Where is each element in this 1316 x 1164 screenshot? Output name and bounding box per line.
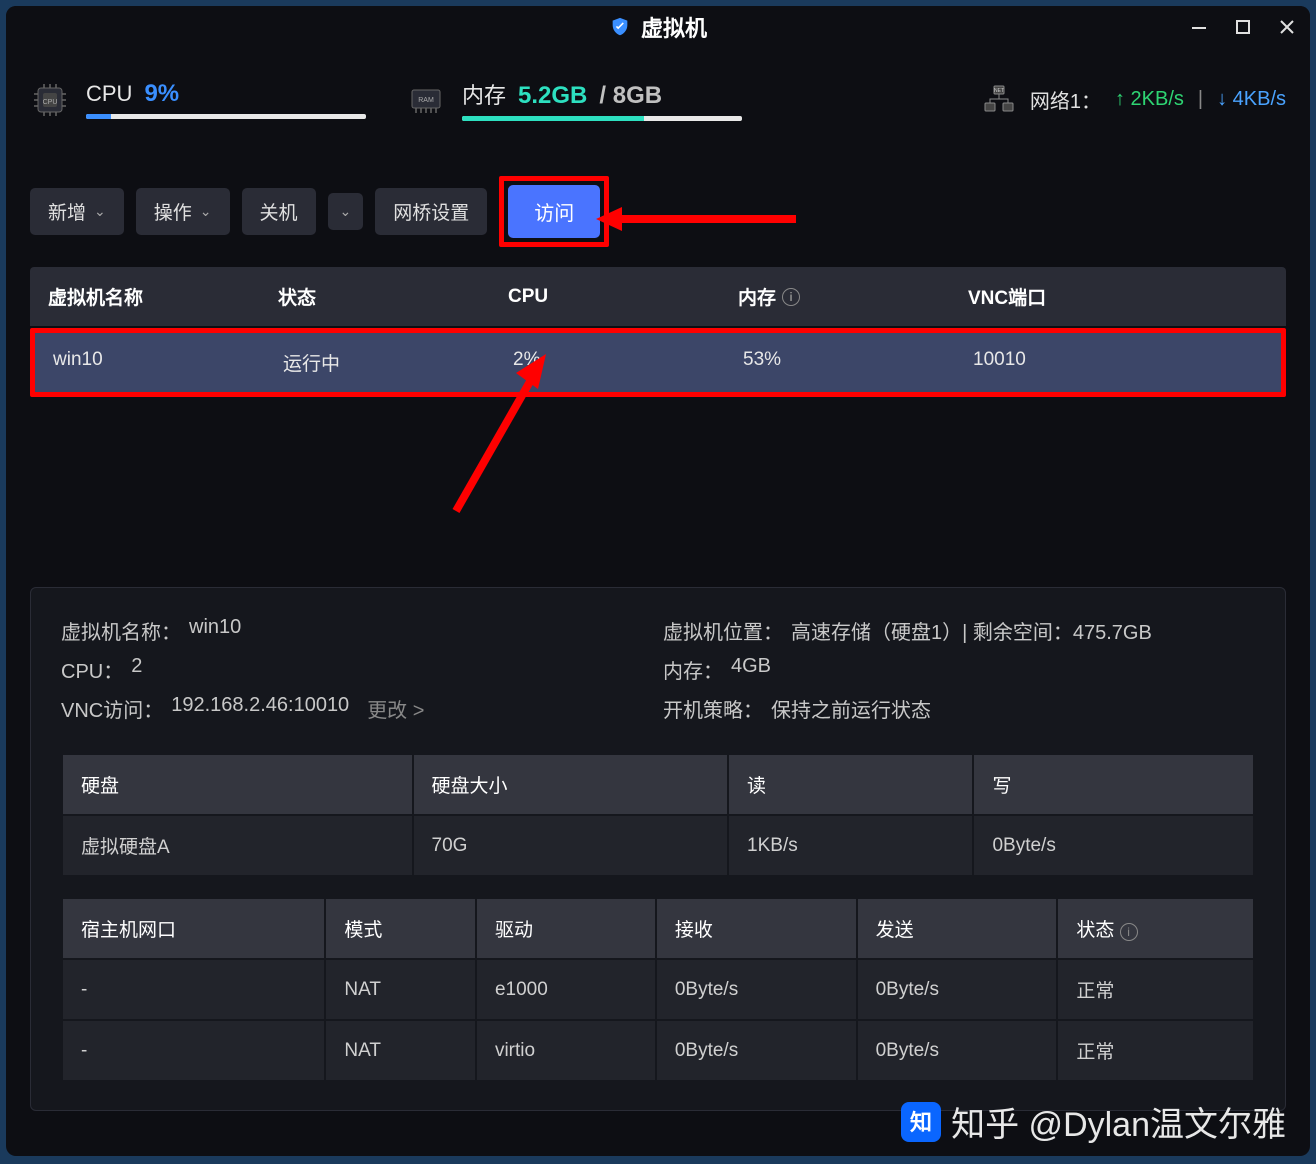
cell-name: win10 [35,333,265,392]
svg-text:RAM: RAM [418,97,434,104]
col-host: 宿主机网口 [62,898,325,959]
svg-text:NET: NET [994,88,1004,94]
cpu-stat: CPU CPU 9% [30,80,366,120]
vm-table: 虚拟机名称 状态 CPU 内存i VNC端口 win10 运行中 2% 53% … [30,267,1286,557]
app-shield-icon [609,16,631,38]
svg-text:知: 知 [910,1110,932,1135]
col-rx: 接收 [656,898,857,959]
mem-label: 内存 [462,78,506,110]
col-mem: 内存i [720,267,950,326]
col-disk: 硬盘 [62,754,413,815]
ram-chip-icon: RAM [406,80,446,120]
mem-total: 8GB [613,82,662,109]
highlight-box: 访问 [499,176,609,247]
col-mode: 模式 [325,898,476,959]
disk-table: 硬盘 硬盘大小 读 写 虚拟硬盘A 70G 1KB/s 0Byte/s [61,753,1255,877]
col-name: 虚拟机名称 [30,267,260,326]
table-row[interactable]: - NAT virtio 0Byte/s 0Byte/s 正常 [62,1020,1254,1081]
maximize-button[interactable] [1230,14,1256,40]
d-loc-label: 虚拟机位置： [663,616,783,645]
col-status: 状态 [260,267,490,326]
cell-cpu: 2% [495,333,725,392]
col-size: 硬盘大小 [413,754,728,815]
net-label: 网络1： [1030,85,1101,114]
shutdown-dropdown-button[interactable]: ⌄ [328,193,364,230]
watermark: 知 知乎 @Dylan温文尔雅 [901,1097,1286,1146]
d-mem-label: 内存： [663,655,723,684]
net-stat: NET 网络1： ↑ 2KB/s | ↓ 4KB/s [982,83,1286,117]
col-status: 状态 i [1057,898,1254,959]
vm-table-header: 虚拟机名称 状态 CPU 内存i VNC端口 [30,267,1286,326]
d-vnc-value: 192.168.2.46:10010 [171,694,349,723]
col-read: 读 [728,754,973,815]
cpu-label: CPU [86,81,132,107]
net-down: ↓ 4KB/s [1217,88,1286,111]
cell-vnc: 10010 [955,333,1281,392]
add-button[interactable]: 新增⌄ [30,188,124,235]
network-icon: NET [982,83,1016,117]
col-cpu: CPU [490,267,720,326]
d-name-value: win10 [189,616,241,645]
col-write: 写 [973,754,1254,815]
table-row[interactable]: win10 运行中 2% 53% 10010 [35,333,1281,392]
titlebar: 虚拟机 [6,6,1310,48]
ops-button[interactable]: 操作⌄ [136,188,230,235]
chevron-down-icon: ⌄ [340,203,352,220]
d-cpu-value: 2 [131,655,142,684]
bridge-button[interactable]: 网桥设置 [375,188,487,235]
net-table: 宿主机网口 模式 驱动 接收 发送 状态 i - NAT e1000 0Byte… [61,897,1255,1082]
d-cpu-label: CPU： [61,655,123,684]
col-vnc: VNC端口 [950,267,1286,326]
cpu-chip-icon: CPU [30,80,70,120]
cell-status: 运行中 [265,333,495,392]
d-boot-value: 保持之前运行状态 [771,694,931,723]
cpu-bar [86,114,366,119]
mem-bar [462,116,742,121]
close-button[interactable] [1274,14,1300,40]
info-icon[interactable]: i [782,288,800,306]
cell-mem: 53% [725,333,955,392]
table-row[interactable]: 虚拟硬盘A 70G 1KB/s 0Byte/s [62,815,1254,876]
mem-used: 5.2GB [518,82,587,110]
app-window: 虚拟机 CPU CPU 9% [6,6,1310,1156]
highlight-row-box: win10 运行中 2% 53% 10010 [30,328,1286,397]
col-tx: 发送 [857,898,1058,959]
net-up: ↑ 2KB/s [1115,88,1184,111]
stats-row: CPU CPU 9% RAM 内存 5.2GB [30,78,1286,121]
mem-stat: RAM 内存 5.2GB / 8GB [406,78,742,121]
cpu-value: 9% [144,80,179,108]
toolbar: 新增⌄ 操作⌄ 关机 ⌄ 网桥设置 访问 [30,176,1286,247]
minimize-button[interactable] [1186,14,1212,40]
d-loc-value: 高速存储（硬盘1）| 剩余空间：475.7GB [791,616,1152,645]
chevron-down-icon: ⌄ [94,203,106,220]
shutdown-button[interactable]: 关机 [242,188,316,235]
access-button[interactable]: 访问 [508,185,600,238]
table-row[interactable]: - NAT e1000 0Byte/s 0Byte/s 正常 [62,959,1254,1020]
d-mem-value: 4GB [731,655,771,684]
change-link[interactable]: 更改 > [367,694,424,723]
d-boot-label: 开机策略： [663,694,763,723]
d-vnc-label: VNC访问： [61,694,163,723]
svg-text:CPU: CPU [43,99,58,106]
d-name-label: 虚拟机名称： [61,616,181,645]
window-title: 虚拟机 [641,11,707,43]
chevron-down-icon: ⌄ [200,203,212,220]
details-panel: 虚拟机名称： win10 CPU： 2 VNC访问： 192.168.2.46:100… [30,587,1286,1111]
info-icon[interactable]: i [1120,923,1138,941]
col-driver: 驱动 [476,898,656,959]
